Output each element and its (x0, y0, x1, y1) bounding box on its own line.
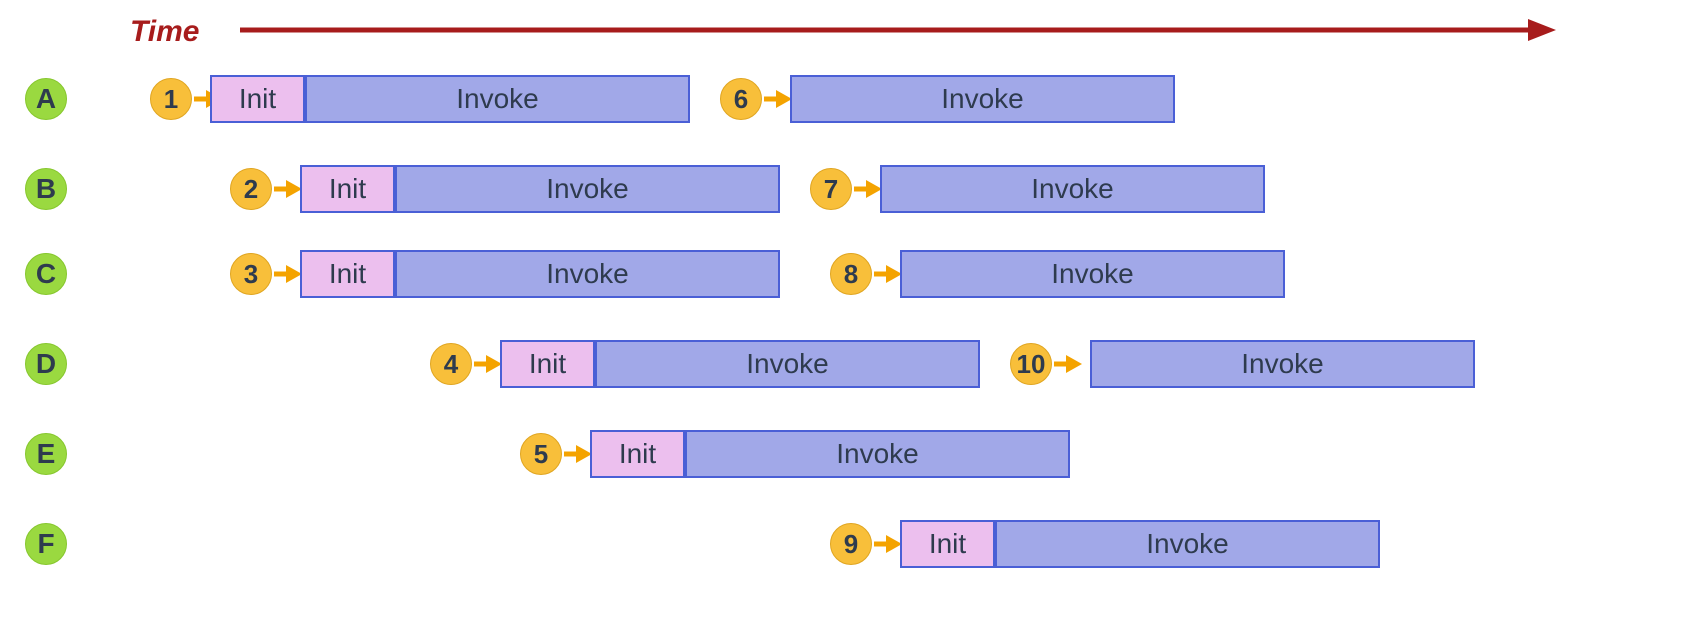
invoke-phase-label: Invoke (1051, 258, 1134, 290)
invoke-phase-box: Invoke (395, 250, 780, 298)
request-badge: 2 (230, 168, 272, 210)
invoke-phase-box: Invoke (1090, 340, 1475, 388)
request-id-label: 4 (444, 349, 458, 380)
request-id-label: 1 (164, 84, 178, 115)
lane-a: A 1 Init Invoke 6 Invoke (0, 75, 1690, 125)
init-phase-label: Init (529, 348, 566, 380)
invoke-phase-box: Invoke (900, 250, 1285, 298)
invoke-phase-label: Invoke (1031, 173, 1114, 205)
request-badge: 4 (430, 343, 472, 385)
lane-badge: E (25, 433, 67, 475)
lane-d: D 4 Init Invoke 10 Invoke (0, 340, 1690, 390)
request-id-label: 9 (844, 529, 858, 560)
request-badge: 8 (830, 253, 872, 295)
lane-badge: A (25, 78, 67, 120)
request-id-label: 2 (244, 174, 258, 205)
invoke-phase-box: Invoke (790, 75, 1175, 123)
init-phase-label: Init (619, 438, 656, 470)
lane-badge-label: D (36, 348, 56, 380)
request-badge: 7 (810, 168, 852, 210)
init-phase-label: Init (329, 258, 366, 290)
invoke-phase-label: Invoke (456, 83, 539, 115)
init-phase-box: Init (300, 250, 395, 298)
invoke-phase-box: Invoke (995, 520, 1380, 568)
init-phase-box: Init (900, 520, 995, 568)
lane-badge: B (25, 168, 67, 210)
request-badge: 10 (1010, 343, 1052, 385)
invoke-phase-box: Invoke (595, 340, 980, 388)
request-id-label: 3 (244, 259, 258, 290)
lane-badge-label: A (36, 83, 56, 115)
init-phase-box: Init (590, 430, 685, 478)
invoke-phase-label: Invoke (546, 173, 629, 205)
invoke-phase-box: Invoke (395, 165, 780, 213)
lane-badge-label: B (36, 173, 56, 205)
invoke-phase-box: Invoke (305, 75, 690, 123)
invoke-phase-box: Invoke (685, 430, 1070, 478)
lane-e: E 5 Init Invoke (0, 430, 1690, 480)
invoke-phase-label: Invoke (746, 348, 829, 380)
request-id-label: 6 (734, 84, 748, 115)
diagram-stage: Time A1InitInvoke6InvokeB2InitInvoke7Inv… (0, 0, 1690, 640)
request-badge: 3 (230, 253, 272, 295)
init-phase-box: Init (500, 340, 595, 388)
invoke-phase-label: Invoke (941, 83, 1024, 115)
lane-b: B 2 Init Invoke 7 Invoke (0, 165, 1690, 215)
request-badge: 5 (520, 433, 562, 475)
invoke-phase-label: Invoke (836, 438, 919, 470)
request-arrow-icon (1054, 340, 1094, 388)
lane-f: F 9 Init Invoke (0, 520, 1690, 570)
request-id-label: 5 (534, 439, 548, 470)
lane-badge-label: E (37, 438, 56, 470)
request-badge: 9 (830, 523, 872, 565)
init-phase-label: Init (329, 173, 366, 205)
lane-badge: F (25, 523, 67, 565)
lane-badge-label: C (36, 258, 56, 290)
request-badge: 1 (150, 78, 192, 120)
invoke-phase-box: Invoke (880, 165, 1265, 213)
init-phase-box: Init (210, 75, 305, 123)
lane-c: C 3 Init Invoke 8 Invoke (0, 250, 1690, 300)
lane-badge: D (25, 343, 67, 385)
request-badge: 6 (720, 78, 762, 120)
lane-badge: C (25, 253, 67, 295)
request-id-label: 10 (1017, 349, 1046, 380)
init-phase-label: Init (929, 528, 966, 560)
init-phase-box: Init (300, 165, 395, 213)
init-phase-label: Init (239, 83, 276, 115)
time-axis-arrow (0, 0, 1570, 60)
invoke-phase-label: Invoke (1146, 528, 1229, 560)
request-id-label: 7 (824, 174, 838, 205)
invoke-phase-label: Invoke (1241, 348, 1324, 380)
invoke-phase-label: Invoke (546, 258, 629, 290)
lane-badge-label: F (37, 528, 54, 560)
request-id-label: 8 (844, 259, 858, 290)
